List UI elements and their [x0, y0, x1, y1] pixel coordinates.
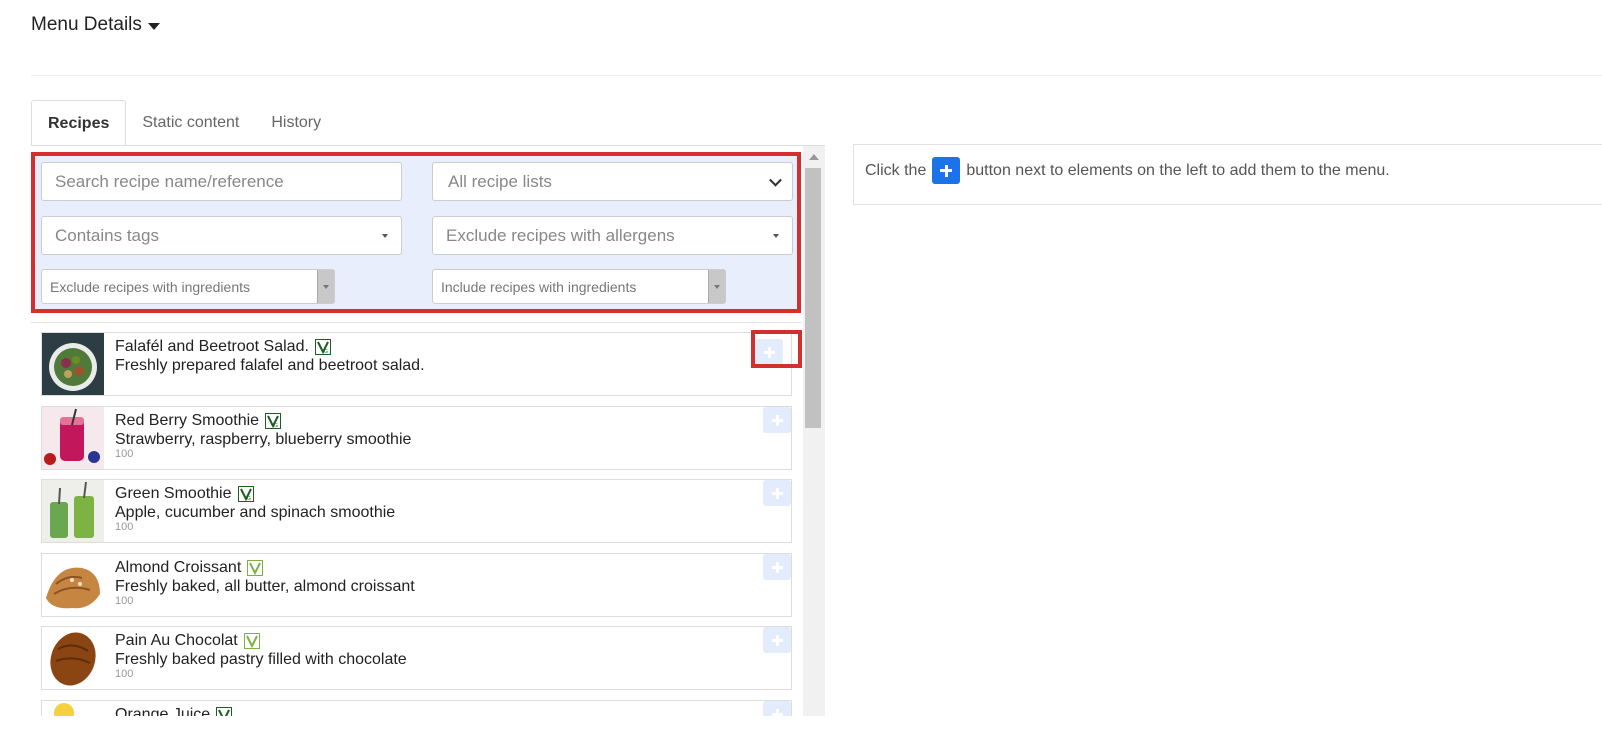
vegetarian-icon — [243, 632, 260, 649]
scroll-up-icon[interactable] — [809, 154, 819, 160]
recipe-calories: 100 — [115, 521, 134, 533]
vegan-icon — [216, 706, 233, 716]
recipe-name: Orange Juice — [115, 706, 211, 716]
caret-down-icon — [147, 22, 160, 30]
add-recipe-button[interactable] — [763, 480, 791, 506]
vegan-icon: G — [237, 485, 254, 502]
recipe-name: Falafél and Beetroot Salad. — [115, 338, 309, 355]
exclude-ingredients-select[interactable]: Exclude recipes with ingredients — [41, 269, 335, 304]
menu-hint: Click the button next to elements on the… — [865, 157, 1390, 184]
list-item: Almond Croissant Freshly baked, all butt… — [41, 553, 792, 617]
recipes-panel: All recipe lists Contains tags Exclude r… — [31, 145, 825, 716]
dropdown-toggle-icon[interactable] — [708, 270, 725, 303]
include-ingredients-select[interactable]: Include recipes with ingredients — [432, 269, 726, 304]
recipe-calories: 100 — [115, 595, 134, 607]
tab-static-content[interactable]: Static content — [126, 100, 255, 146]
vegan-icon: G — [314, 338, 331, 355]
list-item: Green Smoothie G Apple, cucumber and spi… — [41, 479, 792, 543]
recipe-description: Freshly baked pastry filled with chocola… — [115, 651, 407, 668]
recipe-list-scrollbar[interactable] — [803, 146, 825, 716]
recipe-name: Red Berry Smoothie — [115, 412, 260, 429]
add-recipe-button[interactable] — [755, 339, 783, 365]
include-ingredients-label: Include recipes with ingredients — [441, 278, 637, 295]
recipe-image-croissant — [42, 554, 104, 616]
svg-text:G: G — [324, 349, 328, 354]
header-divider — [31, 75, 1602, 76]
recipe-image-salad — [42, 333, 104, 395]
recipe-description: Strawberry, raspberry, blueberry smoothi… — [115, 431, 412, 448]
chevron-down-icon — [769, 173, 782, 187]
svg-text:G: G — [274, 423, 278, 428]
add-recipe-button[interactable] — [763, 627, 791, 653]
dropdown-toggle-icon[interactable] — [317, 270, 334, 303]
search-input[interactable] — [55, 171, 401, 192]
caret-down-icon — [773, 233, 779, 238]
contains-tags-label: Contains tags — [55, 225, 159, 245]
hint-text-after: button next to elements on the left to a… — [966, 161, 1390, 179]
tab-bar: Recipes Static content History — [31, 100, 337, 146]
list-item: Falafél and Beetroot Salad. G Freshly pr… — [41, 332, 792, 396]
search-field — [41, 162, 402, 201]
hint-text-before: Click the — [865, 161, 927, 179]
exclude-ingredients-label: Exclude recipes with ingredients — [50, 278, 250, 295]
filter-panel: All recipe lists Contains tags Exclude r… — [31, 152, 801, 313]
tab-recipes[interactable]: Recipes — [31, 100, 127, 146]
recipe-image-pain-au-chocolat — [42, 627, 104, 689]
vegan-icon: G — [265, 412, 282, 429]
add-recipe-button[interactable] — [763, 407, 791, 433]
add-recipe-button[interactable] — [763, 554, 791, 580]
recipe-calories: 100 — [115, 668, 134, 680]
menu-details-dropdown[interactable]: Menu Details — [31, 14, 160, 36]
plus-icon-stroke — [775, 414, 779, 426]
plus-icon-stroke — [775, 561, 779, 573]
recipe-description: Apple, cucumber and spinach smoothie — [115, 504, 396, 521]
recipe-name: Almond Croissant — [115, 559, 242, 576]
recipe-description: Freshly prepared falafel and beetroot sa… — [115, 357, 425, 374]
caret-down-icon — [382, 233, 388, 238]
recipe-name: Pain Au Chocolat — [115, 632, 238, 649]
recipe-lists-select[interactable]: All recipe lists — [432, 162, 793, 201]
recipe-calories: 100 — [115, 448, 134, 460]
page-title: Menu Details — [31, 14, 142, 35]
recipe-image-red-smoothie — [42, 407, 104, 469]
plus-icon-stroke — [775, 634, 779, 646]
menu-panel: Click the button next to elements on the… — [853, 144, 1602, 205]
plus-icon-stroke — [767, 346, 771, 358]
recipe-image-orange-juice — [42, 701, 104, 716]
plus-icon — [932, 157, 961, 184]
list-item: Pain Au Chocolat Freshly baked pastry fi… — [41, 626, 792, 690]
vegetarian-icon — [247, 559, 264, 576]
recipe-image-green-smoothie — [42, 480, 104, 542]
add-recipe-button[interactable] — [763, 701, 791, 716]
tab-history[interactable]: History — [255, 100, 337, 146]
scrollbar-thumb[interactable] — [805, 168, 821, 428]
svg-text:G: G — [247, 496, 251, 501]
plus-icon-stroke — [944, 164, 948, 177]
exclude-allergens-label: Exclude recipes with allergens — [446, 225, 675, 245]
recipe-name: Green Smoothie — [115, 485, 232, 502]
plus-icon-stroke — [775, 487, 779, 499]
list-item: Red Berry Smoothie G Strawberry, raspber… — [41, 406, 792, 470]
recipe-description: Freshly baked, all butter, almond croiss… — [115, 578, 415, 595]
recipe-lists-value: All recipe lists — [448, 171, 552, 191]
recipe-list: Falafél and Beetroot Salad. G Freshly pr… — [31, 322, 802, 716]
plus-icon-stroke — [775, 708, 779, 716]
contains-tags-select[interactable]: Contains tags — [41, 216, 402, 255]
exclude-allergens-select[interactable]: Exclude recipes with allergens — [432, 216, 793, 255]
list-item: Orange Juice — [41, 700, 792, 716]
